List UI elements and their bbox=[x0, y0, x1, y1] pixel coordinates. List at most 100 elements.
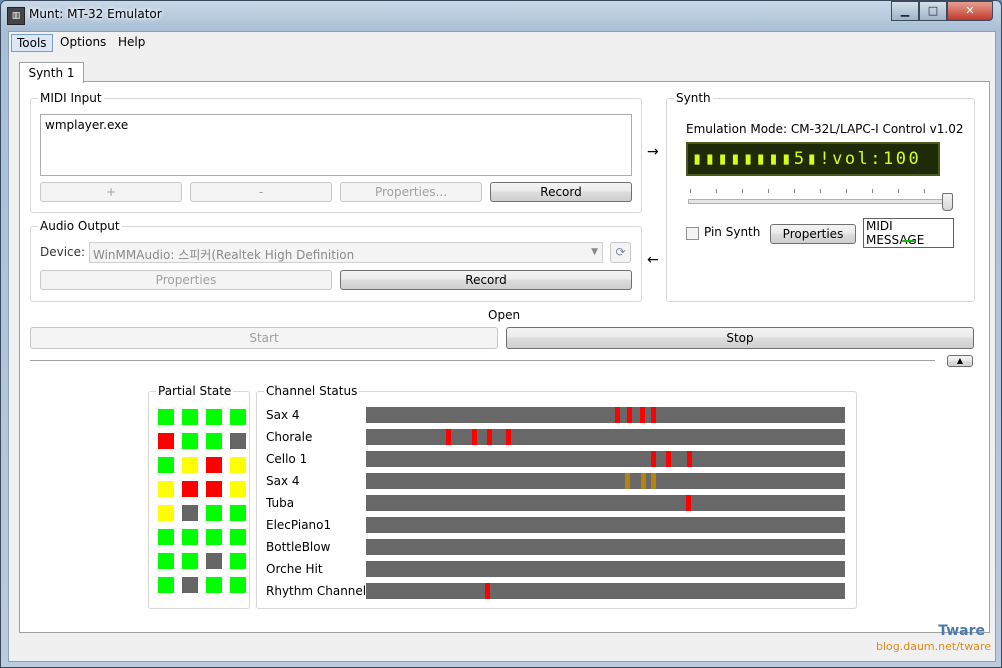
minimize-button[interactable]: ▁ bbox=[891, 1, 919, 21]
partial-cell bbox=[230, 433, 246, 449]
channel-activity-bar bbox=[366, 407, 845, 423]
midi-source-item[interactable]: wmplayer.exe bbox=[45, 118, 128, 132]
chevron-down-icon: ▼ bbox=[591, 247, 598, 257]
channel-name: BottleBlow bbox=[266, 540, 331, 554]
note-marker bbox=[640, 407, 645, 423]
synth-properties-button[interactable]: Properties bbox=[770, 224, 856, 244]
device-value: WinMMAudio: 스피커(Realtek High Definition bbox=[93, 248, 355, 262]
note-marker bbox=[625, 473, 630, 489]
maximize-button[interactable]: □ bbox=[919, 1, 947, 21]
midi-message-indicator: MIDI MESSAGE bbox=[863, 218, 954, 248]
partial-cell bbox=[230, 505, 246, 521]
watermark-brand: Tware bbox=[938, 623, 985, 639]
partial-cell bbox=[158, 505, 174, 521]
note-marker bbox=[485, 583, 490, 599]
note-marker bbox=[615, 407, 620, 423]
refresh-icon[interactable]: ⟳ bbox=[610, 242, 631, 263]
channel-activity-bar bbox=[366, 517, 845, 533]
midi-message-label: MIDI MESSAGE bbox=[866, 219, 925, 247]
partial-cell bbox=[182, 457, 198, 473]
note-marker bbox=[506, 429, 511, 445]
tab-synth-1[interactable]: Synth 1 bbox=[19, 62, 84, 83]
partial-cell bbox=[230, 409, 246, 425]
slider-tick bbox=[846, 189, 847, 193]
volume-slider-thumb[interactable] bbox=[942, 193, 953, 211]
note-marker bbox=[687, 451, 692, 467]
audio-output-group bbox=[30, 226, 642, 302]
partial-cell bbox=[182, 529, 198, 545]
slider-tick bbox=[794, 189, 795, 193]
partial-cell bbox=[206, 433, 222, 449]
midi-source-list[interactable]: wmplayer.exe bbox=[40, 114, 632, 176]
partial-cell bbox=[206, 529, 222, 545]
volume-slider-track[interactable] bbox=[688, 199, 952, 204]
partial-cell bbox=[158, 433, 174, 449]
synth-label: Synth bbox=[674, 91, 713, 105]
app-window: ▥ Munt: MT-32 Emulator ▁ □ ✕ Tools Optio… bbox=[0, 0, 1002, 668]
partial-cell bbox=[182, 433, 198, 449]
channel-name: Orche Hit bbox=[266, 562, 323, 576]
note-marker bbox=[446, 429, 451, 445]
client-area: Tools Options Help Synth 1 MIDI Input wm… bbox=[8, 31, 996, 662]
partial-cell bbox=[182, 577, 198, 593]
partial-cell bbox=[182, 409, 198, 425]
channel-name: Rhythm Channel bbox=[266, 584, 367, 598]
note-marker bbox=[651, 407, 656, 423]
remove-midi-button[interactable]: - bbox=[190, 182, 332, 202]
pin-synth-checkbox[interactable] bbox=[686, 227, 699, 240]
channel-activity-bar bbox=[366, 539, 845, 555]
collapse-button[interactable]: ▲ bbox=[947, 355, 973, 367]
emulation-mode: Emulation Mode: CM-32L/LAPC-I Control v1… bbox=[686, 122, 964, 136]
partial-cell bbox=[230, 481, 246, 497]
partial-cell bbox=[206, 409, 222, 425]
lcd-display[interactable]: ▮▮▮▮▮▮▮▮5▮!vol:100 bbox=[686, 142, 940, 176]
partial-cell bbox=[158, 409, 174, 425]
partial-cell bbox=[158, 457, 174, 473]
lcd-text: ▮▮▮▮▮▮▮▮5▮!vol:100 bbox=[692, 149, 922, 169]
partial-state-label: Partial State bbox=[156, 384, 234, 398]
partial-cell bbox=[230, 457, 246, 473]
start-button[interactable]: Start bbox=[30, 327, 498, 349]
note-marker bbox=[472, 429, 477, 445]
note-marker bbox=[487, 429, 492, 445]
midi-properties-button[interactable]: Properties... bbox=[340, 182, 482, 202]
arrow-right-icon: → bbox=[647, 144, 659, 160]
close-button[interactable]: ✕ bbox=[947, 1, 993, 21]
menu-options[interactable]: Options bbox=[55, 34, 111, 50]
stop-button[interactable]: Stop bbox=[506, 327, 974, 349]
audio-record-button[interactable]: Record bbox=[340, 270, 632, 290]
partial-cell bbox=[182, 505, 198, 521]
channel-activity-bar bbox=[366, 473, 845, 489]
device-select[interactable]: WinMMAudio: 스피커(Realtek High Definition … bbox=[89, 242, 603, 263]
partial-cell bbox=[182, 553, 198, 569]
audio-output-label: Audio Output bbox=[38, 219, 122, 233]
add-midi-button[interactable]: + bbox=[40, 182, 182, 202]
partial-cell bbox=[230, 577, 246, 593]
window-title: Munt: MT-32 Emulator bbox=[29, 7, 162, 21]
channel-activity-bar bbox=[366, 561, 845, 577]
partial-cell bbox=[206, 577, 222, 593]
partial-cell bbox=[230, 529, 246, 545]
partial-cell bbox=[206, 553, 222, 569]
slider-tick bbox=[690, 189, 691, 193]
note-marker bbox=[666, 451, 671, 467]
midi-record-button[interactable]: Record bbox=[490, 182, 632, 202]
menu-tools[interactable]: Tools bbox=[11, 34, 53, 52]
title-bar[interactable]: ▥ Munt: MT-32 Emulator ▁ □ ✕ bbox=[1, 1, 1001, 29]
note-marker bbox=[641, 473, 646, 489]
menu-help[interactable]: Help bbox=[113, 34, 150, 50]
divider bbox=[30, 360, 935, 362]
partial-cell bbox=[158, 577, 174, 593]
slider-tick bbox=[872, 189, 873, 193]
pin-synth-label[interactable]: Pin Synth bbox=[704, 225, 760, 239]
channel-activity-bar bbox=[366, 583, 845, 599]
slider-tick bbox=[924, 189, 925, 193]
audio-properties-button[interactable]: Properties bbox=[40, 270, 332, 290]
watermark-url: blog.daum.net/tware bbox=[875, 640, 991, 653]
midi-activity-led bbox=[904, 240, 914, 242]
channel-status-label: Channel Status bbox=[264, 384, 360, 398]
note-marker bbox=[627, 407, 632, 423]
note-marker bbox=[651, 451, 656, 467]
partial-cell bbox=[230, 553, 246, 569]
partial-cell bbox=[206, 481, 222, 497]
